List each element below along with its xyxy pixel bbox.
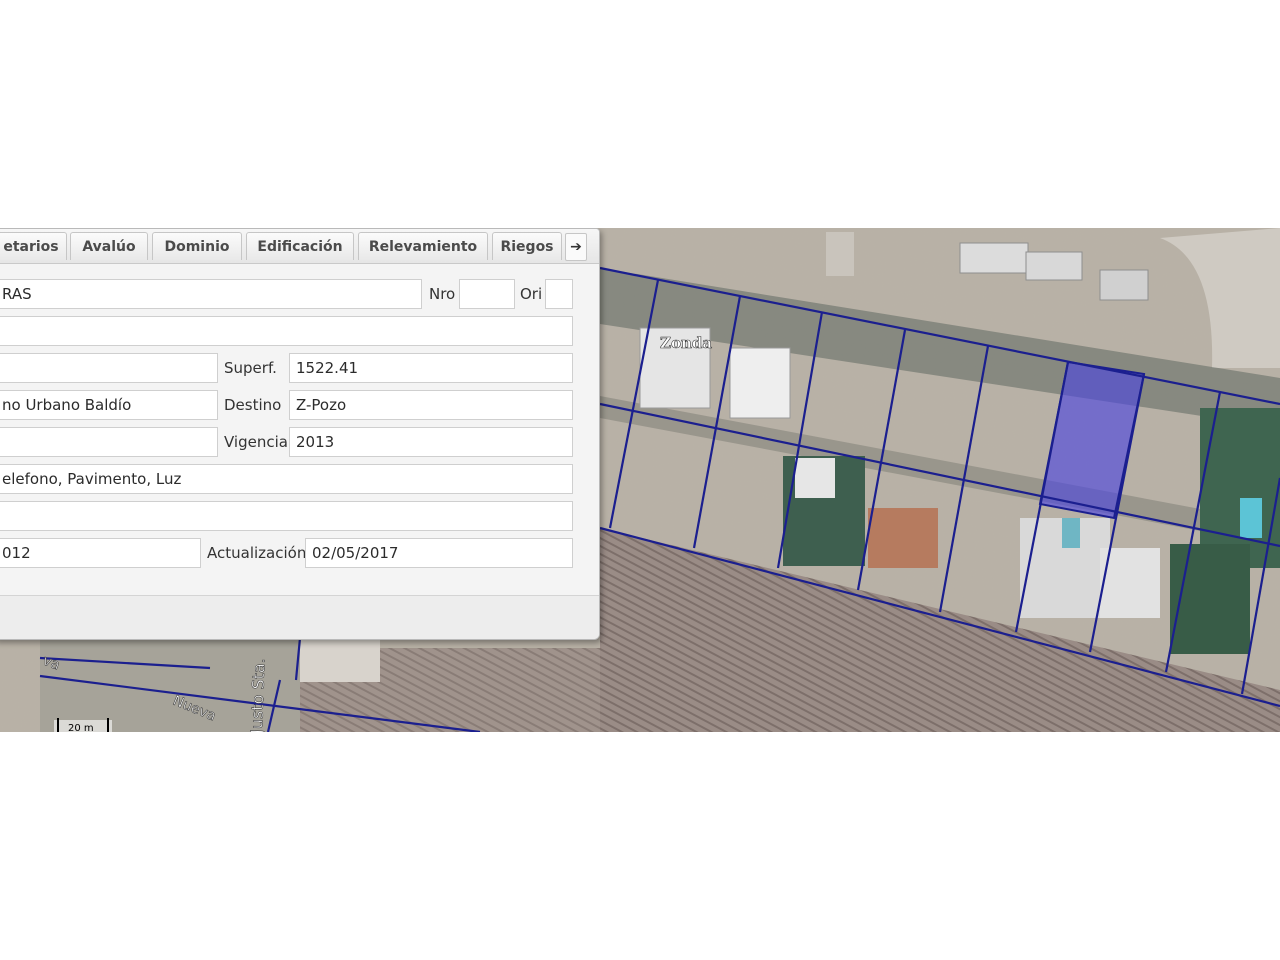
actualizacion-field[interactable]: 02/05/2017 <box>305 538 573 568</box>
superf-field[interactable]: 1522.41 <box>289 353 573 383</box>
tab-bar: etarios Avalúo Dominio Edificación Relev… <box>0 229 599 264</box>
pool <box>1062 518 1080 548</box>
map-label-street: Justo Sta. <box>247 658 269 732</box>
screenshot-area: Zonda Justo Sta. Nueva va 20 m etarios A… <box>0 228 1280 732</box>
fecha-field[interactable]: 012 <box>0 538 201 568</box>
tab-relevamiento[interactable]: Relevamiento <box>358 232 488 260</box>
arrow-right-icon[interactable]: ➔ <box>565 233 587 261</box>
house <box>729 347 791 419</box>
parcel-info-panel: etarios Avalúo Dominio Edificación Relev… <box>0 228 600 640</box>
vigencia-label: Vigencia <box>224 433 288 451</box>
tab-edificacion[interactable]: Edificación <box>246 232 354 260</box>
building <box>300 638 380 682</box>
text-field[interactable] <box>0 501 573 531</box>
building <box>959 242 1029 274</box>
actualizacion-label: Actualización <box>207 544 307 562</box>
destino-field[interactable]: Z-Pozo <box>289 390 573 420</box>
ori-label: Ori <box>520 285 543 303</box>
servicios-field[interactable]: elefono, Pavimento, Luz <box>0 464 573 494</box>
destino-label: Destino <box>224 396 282 414</box>
nro-label: Nro <box>429 285 456 303</box>
vigencia-field[interactable]: 2013 <box>289 427 573 457</box>
text-field[interactable] <box>0 353 218 383</box>
superf-label: Superf. <box>224 359 277 377</box>
building <box>1025 251 1083 281</box>
text-field[interactable] <box>0 316 573 346</box>
scale-label: 20 m <box>68 723 94 732</box>
tab-avaluo[interactable]: Avalúo <box>70 232 148 260</box>
map-label-zonda: Zonda <box>660 334 712 352</box>
tab-dominio[interactable]: Dominio <box>152 232 242 260</box>
panel-footer <box>0 595 599 639</box>
lawn <box>1170 544 1250 654</box>
scale-bar: 20 m <box>54 718 112 732</box>
calle-field[interactable]: RAS <box>0 279 422 309</box>
tab-riegos[interactable]: Riegos <box>492 232 562 260</box>
building <box>1099 269 1149 301</box>
roof <box>868 508 938 568</box>
tab-propietarios[interactable]: etarios <box>0 232 67 260</box>
text-field[interactable] <box>0 427 218 457</box>
tipo-field[interactable]: no Urbano Baldío <box>0 390 218 420</box>
building <box>826 232 854 276</box>
ori-field[interactable] <box>545 279 573 309</box>
house <box>795 458 835 498</box>
pool <box>1240 498 1262 538</box>
nro-field[interactable] <box>459 279 515 309</box>
